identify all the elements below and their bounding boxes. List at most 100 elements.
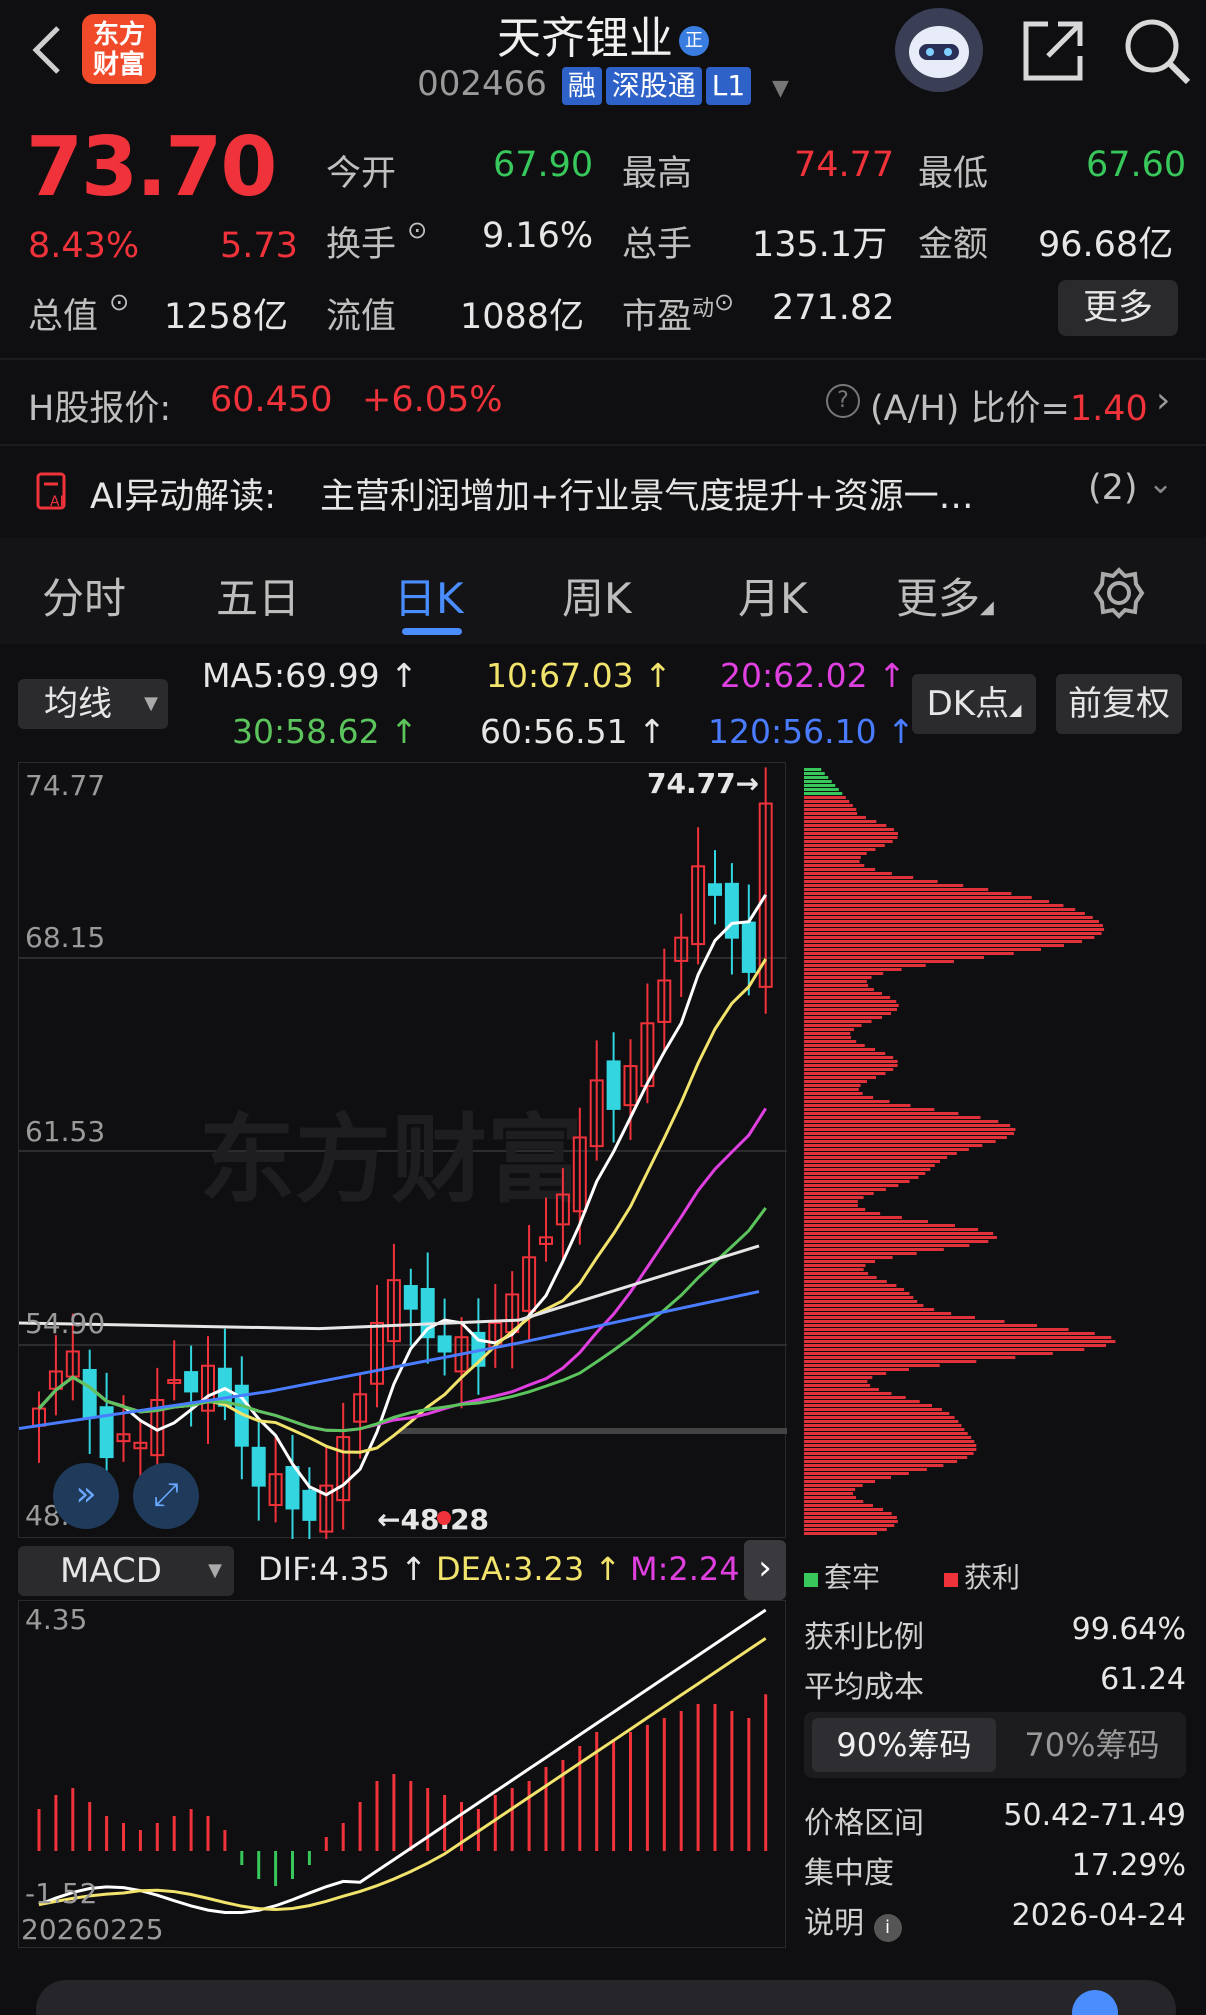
- chip-bar: [804, 1224, 955, 1227]
- indicator-selector[interactable]: 均线 ▼: [18, 679, 168, 729]
- chip-bar: [804, 1044, 865, 1047]
- macd-chart[interactable]: 4.35 -1.52 20260225: [18, 1600, 786, 1948]
- chip-bar: [804, 1064, 898, 1067]
- chip-bar: [804, 1504, 873, 1507]
- chip-bar: [804, 856, 861, 859]
- candle-body: [82, 1368, 97, 1419]
- chip-bar: [804, 1456, 968, 1459]
- h-share-price: 60.450: [210, 380, 333, 420]
- chip-bar: [804, 1284, 897, 1287]
- expand-left-icon[interactable]: »: [53, 1463, 119, 1529]
- more-button[interactable]: 更多: [1058, 280, 1178, 336]
- dk-point-button[interactable]: DK点◢: [912, 674, 1036, 734]
- chip-bar: [804, 1400, 920, 1403]
- chip-bar: [804, 788, 839, 791]
- chip-bar: [804, 1256, 893, 1259]
- chip-bar: [804, 1524, 895, 1527]
- tab-weekly-k[interactable]: 周K: [562, 565, 632, 626]
- note-label[interactable]: 说明 i: [804, 1898, 902, 1942]
- chip-bar: [804, 1340, 1116, 1343]
- share-button[interactable]: [1018, 16, 1088, 86]
- h-share-label: H股报价:: [28, 389, 172, 429]
- total-cap-label: 总值 ⊙: [28, 288, 130, 337]
- event-dot[interactable]: [437, 1511, 451, 1525]
- search-button[interactable]: [1120, 14, 1194, 88]
- fullscreen-icon[interactable]: ⤢: [133, 1463, 199, 1529]
- volume-value: 135.1万: [752, 225, 888, 265]
- chip-bar: [804, 1184, 899, 1187]
- chevron-right-icon[interactable]: ›: [744, 1540, 786, 1600]
- tab-more[interactable]: 更多◢: [896, 565, 994, 626]
- settings-button[interactable]: [1092, 566, 1146, 620]
- tab-monthly-k[interactable]: 月K: [738, 565, 808, 626]
- watermark: 东方财富: [199, 1103, 583, 1216]
- chip-bar: [804, 1020, 872, 1023]
- chip-bar: [804, 876, 914, 879]
- high-value: 74.77: [794, 145, 895, 185]
- macd-selector[interactable]: MACD ▼: [18, 1546, 234, 1596]
- adjust-button[interactable]: 前复权: [1056, 674, 1182, 734]
- chip-bar: [804, 996, 891, 999]
- chevron-down-icon: ⌄: [1148, 466, 1174, 501]
- chip-bar: [804, 1140, 996, 1143]
- chip-bar: [804, 1480, 876, 1483]
- chip-bar: [804, 792, 843, 795]
- date-label: 20260225: [21, 1913, 164, 1946]
- chip-bar: [804, 848, 876, 851]
- tab-daily-k[interactable]: 日K: [394, 565, 464, 626]
- ai-text: 主营利润增加+行业景气度提升+资源一…: [320, 477, 974, 517]
- candle-body: [302, 1489, 317, 1521]
- avg-cost-value: 61.24: [1100, 1662, 1186, 1697]
- chip-bar: [804, 1152, 957, 1155]
- help-icon[interactable]: ?: [826, 384, 860, 418]
- chip-bar: [804, 1448, 977, 1451]
- chip-bar: [804, 1192, 874, 1195]
- chip-bar: [804, 1180, 910, 1183]
- chip-bar: [804, 940, 1082, 943]
- chip-bar: [804, 872, 892, 875]
- gear-icon: [1093, 567, 1145, 619]
- share-icon: [1023, 21, 1083, 81]
- high-label: 最高: [622, 154, 693, 194]
- concentration-value: 17.29%: [1071, 1848, 1186, 1883]
- profit-ratio-label: 获利比例: [804, 1620, 924, 1655]
- bottom-bar[interactable]: [36, 1980, 1176, 2015]
- chip-bar: [804, 1532, 877, 1535]
- y-label-2: 68.15: [25, 921, 106, 954]
- chip-bar: [804, 1120, 999, 1123]
- legend-trapped: 套牢: [804, 1556, 880, 1596]
- chip-bar: [804, 1372, 887, 1375]
- chip-bar: [804, 1488, 856, 1491]
- chip-bar: [804, 1468, 927, 1471]
- candle-body: [741, 921, 756, 973]
- tag-level: L1: [705, 66, 752, 105]
- tab-intraday[interactable]: 分时: [42, 565, 126, 626]
- chip-bar: [804, 784, 836, 787]
- chip-bar: [804, 1316, 976, 1319]
- chip-bar: [804, 1016, 883, 1019]
- ai-insight-row[interactable]: AI AI异动解读: 主营利润增加+行业景气度提升+资源一… (2) ⌄: [0, 446, 1206, 538]
- tab-90-chip[interactable]: 90%筹码: [812, 1718, 996, 1772]
- macd-dif: DIF:4.35 ↑: [258, 1550, 428, 1588]
- tab-70-chip[interactable]: 70%筹码: [1000, 1718, 1184, 1772]
- chip-bar: [804, 1204, 858, 1207]
- dea-line: [38, 1637, 767, 1912]
- chevron-down-icon[interactable]: ▼: [772, 76, 789, 101]
- pe-value: 271.82: [772, 288, 895, 328]
- chip-bar: [804, 1012, 892, 1015]
- chip-bar: [804, 1176, 919, 1179]
- candle-body: [184, 1371, 199, 1393]
- chip-bar: [804, 1052, 886, 1055]
- kline-chart[interactable]: 东方财富 74.77 68.15 61.53 54.90 48.28 74.77…: [18, 762, 787, 1557]
- tab-five-day[interactable]: 五日: [216, 565, 300, 626]
- h-share-row[interactable]: H股报价: 60.450 +6.05% ? (A/H) 比价=1.40 ›: [0, 360, 1206, 444]
- robot-avatar-icon[interactable]: [895, 8, 983, 92]
- chip-bar: [804, 1280, 887, 1283]
- last-price: 73.70: [26, 120, 277, 215]
- open-value: 67.90: [493, 145, 594, 185]
- chip-bar: [804, 936, 1095, 939]
- float-cap-label: 流值: [326, 297, 397, 337]
- chip-bar: [804, 892, 1012, 895]
- chip-bar: [804, 1040, 857, 1043]
- ma5-value: MA5:69.99 ↑: [202, 656, 418, 695]
